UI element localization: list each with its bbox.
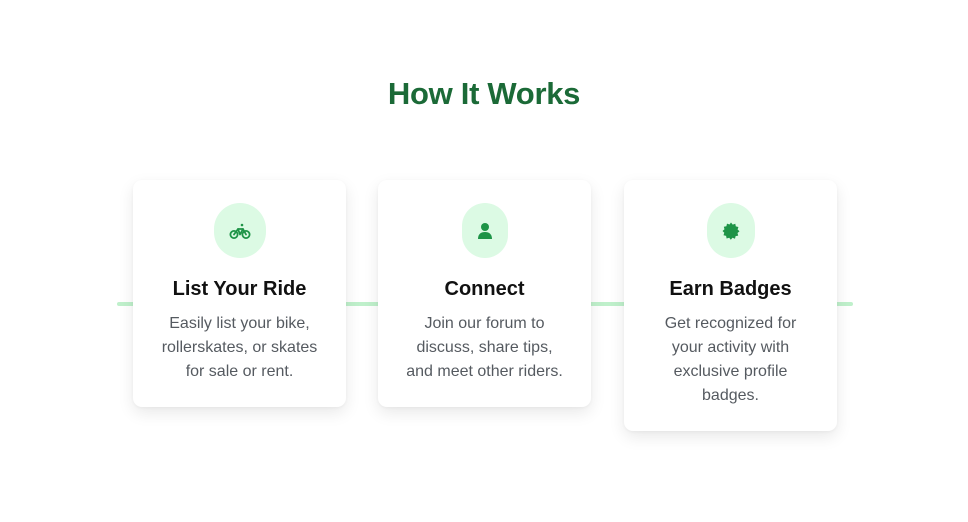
badge-icon — [722, 222, 740, 240]
step-card-earn-badges: Earn Badges Get recognized for your acti… — [624, 180, 837, 431]
step-icon-circle — [706, 203, 755, 258]
step-description: Easily list your bike, rollerskates, or … — [161, 315, 318, 380]
bicycle-icon — [229, 222, 251, 240]
step-title: Connect — [444, 278, 525, 300]
step-card-connect: Connect Join our forum to discuss, share… — [378, 180, 591, 407]
step-description: Get recognized for your activity with ex… — [664, 315, 797, 404]
step-title: List Your Ride — [172, 278, 307, 300]
step-icon-circle — [461, 203, 508, 258]
step-description: Join our forum to discuss, share tips, a… — [406, 315, 563, 380]
step-title: Earn Badges — [669, 278, 792, 300]
step-icon-circle — [213, 203, 266, 258]
section-title: How It Works — [387, 76, 581, 111]
step-card-list-your-ride: List Your Ride Easily list your bike, ro… — [133, 180, 346, 407]
how-it-works-section: How It Works List Your Ride Easily list … — [0, 0, 968, 522]
user-icon — [477, 222, 493, 240]
